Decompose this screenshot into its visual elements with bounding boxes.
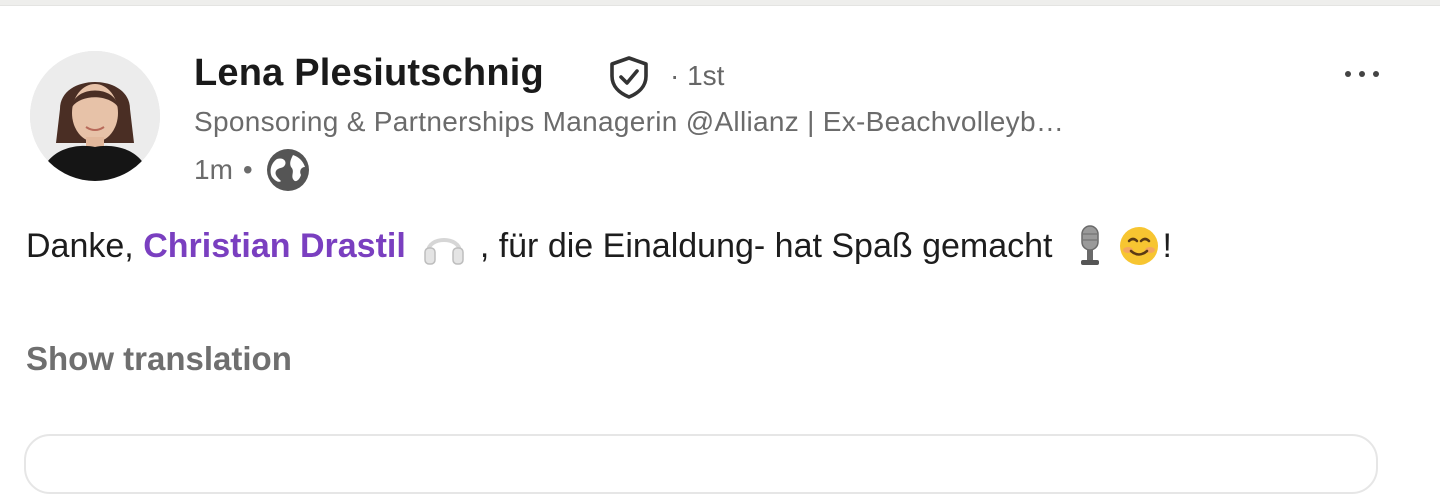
mention-link[interactable]: Christian Drastil (143, 227, 406, 266)
degree-separator: · (670, 60, 680, 91)
post-text-middle: , für die Einaldung- hat Spaß gemacht (479, 226, 1053, 265)
post-text-end: ! (1162, 226, 1172, 265)
post-body: Danke, Christian Drastil , für die Einal… (26, 224, 1426, 268)
degree-label: 1st (687, 60, 725, 91)
comment-input[interactable] (24, 434, 1378, 494)
more-dot (1373, 71, 1379, 77)
author-name[interactable]: Lena Plesiutschnig (194, 52, 544, 95)
verified-shield-icon (610, 56, 648, 99)
globe-icon (266, 149, 309, 191)
more-dot (1345, 71, 1351, 77)
author-headline: Sponsoring & Partnerships Managerin @All… (194, 106, 1065, 137)
feed-post: Lena Plesiutschnig · 1st Sponsoring & Pa… (0, 6, 1440, 494)
connection-degree: · 1st (670, 60, 724, 92)
avatar[interactable] (30, 51, 160, 181)
post-time[interactable]: 1m (194, 154, 233, 186)
headphones-icon (424, 238, 464, 265)
meta-separator: • (242, 154, 253, 185)
post-meta: 1m • (194, 148, 311, 192)
show-translation-button[interactable]: Show translation (26, 340, 292, 378)
more-options-button[interactable] (1336, 54, 1388, 94)
microphone-icon (1081, 225, 1100, 265)
post-text-start: Danke, (26, 226, 134, 265)
smiling-face-icon (1120, 227, 1159, 265)
more-dot (1359, 71, 1365, 77)
